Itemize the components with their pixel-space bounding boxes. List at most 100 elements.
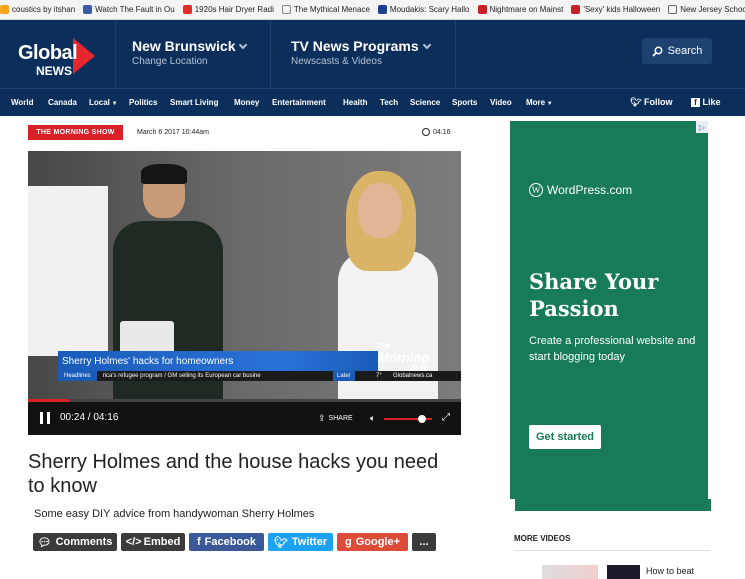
bookmark-item[interactable]: coustics by itshan	[0, 5, 75, 14]
duration-label: 04:16	[433, 128, 451, 136]
twitter-button[interactable]: 🐦︎ Twitter	[268, 533, 333, 551]
more-icon: ...	[419, 536, 429, 548]
tv-programs-menu[interactable]: TV News Programs Newscasts & Videos	[291, 38, 431, 67]
pause-icon[interactable]	[40, 412, 50, 424]
ticker-later: Later	[333, 371, 355, 381]
bookmark-label: coustics by itshan	[12, 5, 76, 14]
nav-item-world[interactable]: World	[11, 98, 34, 107]
button-label: Embed	[143, 536, 181, 548]
page-icon	[281, 5, 291, 14]
more-videos-heading: MORE VIDEOS	[514, 534, 571, 543]
nav-item-entertainment[interactable]: Entertainment	[272, 98, 326, 107]
nav-item-label: More	[526, 98, 546, 107]
like-label: Like	[702, 97, 721, 107]
comment-icon: 💬︎	[37, 536, 52, 549]
chevron-down-icon	[422, 40, 431, 50]
nav-item-smart-living[interactable]: Smart Living	[170, 98, 218, 107]
global-news-logo[interactable]: Global NEWS	[18, 32, 98, 82]
wordpress-ad[interactable]: ▷ W WordPress.com Share Your Passion Crea…	[510, 121, 708, 499]
bookmark-label: Moudakis: Scary Hallo	[389, 5, 470, 14]
morning-show-logo: The Morning Show	[378, 341, 429, 374]
ad-footer-bar	[515, 499, 711, 511]
share-button[interactable]: ⇪ SHARE	[318, 413, 353, 424]
ticker-site: Globalnews.ca	[393, 373, 433, 379]
wordpress-icon: W	[529, 183, 543, 197]
nav-item-health[interactable]: Health	[343, 98, 367, 107]
brand-label: WordPress.com	[547, 183, 633, 197]
like-button[interactable]: f Like	[691, 97, 721, 107]
bookmark-label: Nightmare on Mainst	[489, 5, 564, 14]
bookmark-item[interactable]: 'Sexy' kids Halloween	[571, 5, 660, 14]
bookmark-item[interactable]: Moudakis: Scary Hallo	[377, 5, 470, 14]
news-ticker: Headlines rica's refugee program / GM se…	[58, 371, 461, 381]
programs-label: TV News Programs	[291, 38, 419, 54]
video-player[interactable]: The Morning Show Sherry Holmes' hacks fo…	[28, 151, 461, 399]
facebook-button[interactable]: f Facebook	[189, 533, 264, 551]
code-icon: </>	[125, 536, 142, 548]
favicon-icon	[668, 5, 678, 14]
bookmark-item[interactable]: Nightmare on Mainst	[477, 5, 564, 14]
progress-bar[interactable]	[28, 399, 461, 402]
article-date: March 6 2017 10:44am	[137, 129, 209, 136]
nav-item-video[interactable]: Video	[490, 98, 512, 107]
video-prop-board	[28, 186, 108, 356]
get-started-button[interactable]: Get started	[529, 425, 601, 449]
bookmark-label: 'Sexy' kids Halloween	[583, 5, 661, 14]
nav-item-science[interactable]: Science	[410, 98, 440, 107]
button-label: Google+	[355, 536, 401, 548]
fullscreen-icon[interactable]: ⤢	[442, 412, 450, 423]
logo-text: Global	[18, 42, 78, 64]
search-button[interactable]: Search	[642, 38, 712, 64]
show-tag[interactable]: THE MORNING SHOW	[28, 125, 123, 140]
nav-item-money[interactable]: Money	[234, 98, 259, 107]
adchoices-icon[interactable]: ▷	[696, 121, 708, 133]
caret-down-icon: ▼	[545, 101, 553, 107]
article-title: Sherry Holmes and the house hacks you ne…	[28, 451, 439, 497]
favicon-icon	[0, 5, 9, 14]
main-nav: World Canada Local ▼ Politics Smart Livi…	[0, 88, 745, 116]
ticker-label: Headlines	[58, 371, 97, 381]
follow-button[interactable]: 🐦︎ Follow	[630, 97, 672, 108]
bookmark-item[interactable]: The Mythical Menace	[281, 5, 370, 14]
nav-item-politics[interactable]: Politics	[129, 98, 157, 107]
article-subtitle: Some easy DIY advice from handywoman She…	[34, 508, 315, 520]
video-link-title[interactable]: How to beat	[646, 566, 694, 576]
location-sublabel: Change Location	[132, 56, 208, 67]
favicon-icon	[83, 5, 93, 14]
header-divider	[455, 20, 456, 88]
nav-item-label: Local	[89, 98, 110, 107]
nav-item-tech[interactable]: Tech	[380, 98, 398, 107]
bookmark-label: 1920s Hair Dryer Radi	[194, 5, 274, 14]
nav-item-more[interactable]: More ▼	[526, 98, 553, 107]
ticker-text: rica's refugee program / GM selling its …	[102, 373, 261, 379]
follow-label: Follow	[643, 97, 673, 107]
bookmark-item[interactable]: New Jersey Schoo	[668, 5, 745, 14]
ad-headline: Share Your Passion	[529, 269, 659, 321]
logo-subtext: NEWS	[36, 64, 72, 78]
bookmark-label: Watch The Fault in Ou	[95, 5, 175, 14]
volume-icon[interactable]: 🔈︎	[370, 413, 375, 424]
bookmark-item[interactable]: Watch The Fault in Ou	[83, 5, 175, 14]
nav-item-local[interactable]: Local ▼	[89, 98, 118, 107]
divider	[514, 550, 710, 551]
comments-button[interactable]: 💬︎ Comments	[33, 533, 117, 551]
lower-third-caption: Sherry Holmes' hacks for homeowners	[58, 351, 378, 371]
facebook-icon: f	[196, 536, 201, 548]
caret-down-icon: ▼	[109, 101, 118, 107]
location-selector[interactable]: New Brunswick Change Location	[132, 38, 248, 67]
favicon-icon	[571, 5, 581, 14]
video-thumbnail[interactable]	[607, 565, 640, 579]
nav-item-sports[interactable]: Sports	[452, 98, 477, 107]
video-thumbnail[interactable]	[542, 565, 598, 579]
bookmark-item[interactable]: 1920s Hair Dryer Radi	[182, 5, 274, 14]
header-divider	[115, 20, 116, 88]
logo-line: Morning	[378, 350, 430, 365]
embed-button[interactable]: </> Embed	[121, 533, 185, 551]
googleplus-button[interactable]: g Google+	[337, 533, 408, 551]
more-share-button[interactable]: ...	[412, 533, 436, 551]
share-label: SHARE	[328, 415, 353, 422]
wordpress-brand: W WordPress.com	[529, 183, 632, 197]
search-label: Search	[667, 45, 703, 57]
nav-item-canada[interactable]: Canada	[48, 98, 77, 107]
volume-knob[interactable]	[418, 415, 427, 423]
